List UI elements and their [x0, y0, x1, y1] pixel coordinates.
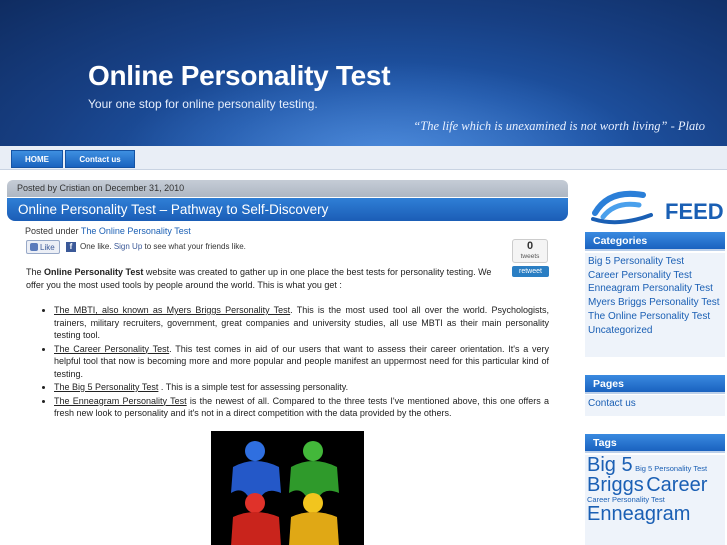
rss-feed-link[interactable]: FEED — [589, 183, 724, 225]
category-link[interactable]: Enneagram Personality Test — [585, 282, 725, 296]
tag-link[interactable]: Briggs — [587, 474, 644, 496]
list-item: The Career Personality Test. This test c… — [54, 343, 549, 381]
post-category-link[interactable]: The Online Personality Test — [81, 226, 191, 236]
pages-title: Pages — [585, 375, 725, 394]
category-link[interactable]: The Online Personality Test — [585, 310, 725, 324]
tweet-count: 0 — [526, 240, 534, 252]
rss-feed-icon: FEED — [591, 190, 724, 225]
like-status: One like. Sign Up to see what your frien… — [80, 242, 246, 251]
facebook-sign-up-link[interactable]: Sign Up — [114, 242, 142, 251]
posted-under: Posted under The Online Personality Test — [25, 226, 191, 236]
pages-list: Contact us — [585, 395, 725, 416]
like-button-label: Like — [40, 243, 55, 252]
feed-label: FEED — [665, 199, 723, 224]
header-quote: “The life which is unexamined is not wor… — [413, 119, 705, 133]
tags-title: Tags — [585, 434, 725, 453]
intro-text-start: The — [26, 267, 45, 277]
category-link[interactable]: Career Personality Test — [585, 269, 725, 283]
posted-under-label: Posted under — [25, 226, 79, 236]
tag-link[interactable]: Career — [646, 474, 707, 496]
enneagram-test-link[interactable]: The Enneagram Personality Test — [54, 396, 187, 406]
retweet-button[interactable]: retweet — [512, 266, 549, 277]
big5-test-link[interactable]: The Big 5 Personality Test — [54, 382, 158, 392]
puzzle-figures-illustration — [211, 431, 364, 545]
tweet-label: tweets — [520, 253, 540, 260]
facebook-icon: f — [66, 242, 76, 252]
page-link-contact-us[interactable]: Contact us — [585, 397, 725, 411]
one-like-text: One like. — [80, 242, 112, 251]
list-item: The Enneagram Personality Test is the ne… — [54, 395, 549, 420]
sidebar: FEED Categories Big 5 Personality Test C… — [585, 180, 725, 545]
list-item: The Big 5 Personality Test . This is a s… — [54, 381, 549, 394]
post-meta: Posted by Cristian on December 31, 2010 — [7, 180, 568, 197]
site-description: Your one stop for online personality tes… — [88, 97, 318, 111]
categories-title: Categories — [585, 232, 725, 251]
see-friends-text: to see what your friends like. — [144, 242, 246, 251]
category-link[interactable]: Big 5 Personality Test — [585, 255, 725, 269]
nav-home[interactable]: HOME — [11, 150, 63, 168]
facebook-like-button[interactable]: Like — [26, 240, 60, 254]
career-test-link[interactable]: The Career Personality Test — [54, 344, 169, 354]
tag-link[interactable]: Big 5 Personality Test — [635, 464, 707, 473]
intro-bold: Online Personality Test — [44, 267, 144, 277]
category-link[interactable]: Myers Briggs Personality Test — [585, 296, 725, 310]
mbti-link[interactable]: The MBTI, also known as Myers Briggs Per… — [54, 305, 290, 315]
test-list: The MBTI, also known as Myers Briggs Per… — [37, 304, 549, 421]
tag-link[interactable]: Enneagram — [587, 503, 690, 525]
site-header: Online Personality Test Your one stop fo… — [0, 0, 727, 146]
post-intro: The Online Personality Test website was … — [26, 266, 496, 292]
thumbs-up-icon — [30, 243, 38, 251]
nav-contact-us[interactable]: Contact us — [65, 150, 135, 168]
site-title[interactable]: Online Personality Test — [88, 60, 391, 92]
category-link[interactable]: Uncategorized — [585, 324, 725, 338]
tweet-counter: 0 tweets — [512, 239, 548, 263]
categories-list: Big 5 Personality Test Career Personalit… — [585, 253, 725, 357]
list-item: The MBTI, also known as Myers Briggs Per… — [54, 304, 549, 342]
tag-link[interactable]: Big 5 — [587, 454, 633, 476]
main-content: Posted by Cristian on December 31, 2010 … — [7, 180, 568, 545]
main-nav: HOME Contact us — [0, 146, 727, 170]
list-item-text: . This is a simple test for assessing pe… — [158, 382, 349, 392]
tag-cloud: Big 5 Big 5 Personality Test Briggs Care… — [585, 455, 725, 545]
puzzle-people-image — [211, 431, 364, 545]
post-title[interactable]: Online Personality Test – Pathway to Sel… — [7, 198, 568, 221]
